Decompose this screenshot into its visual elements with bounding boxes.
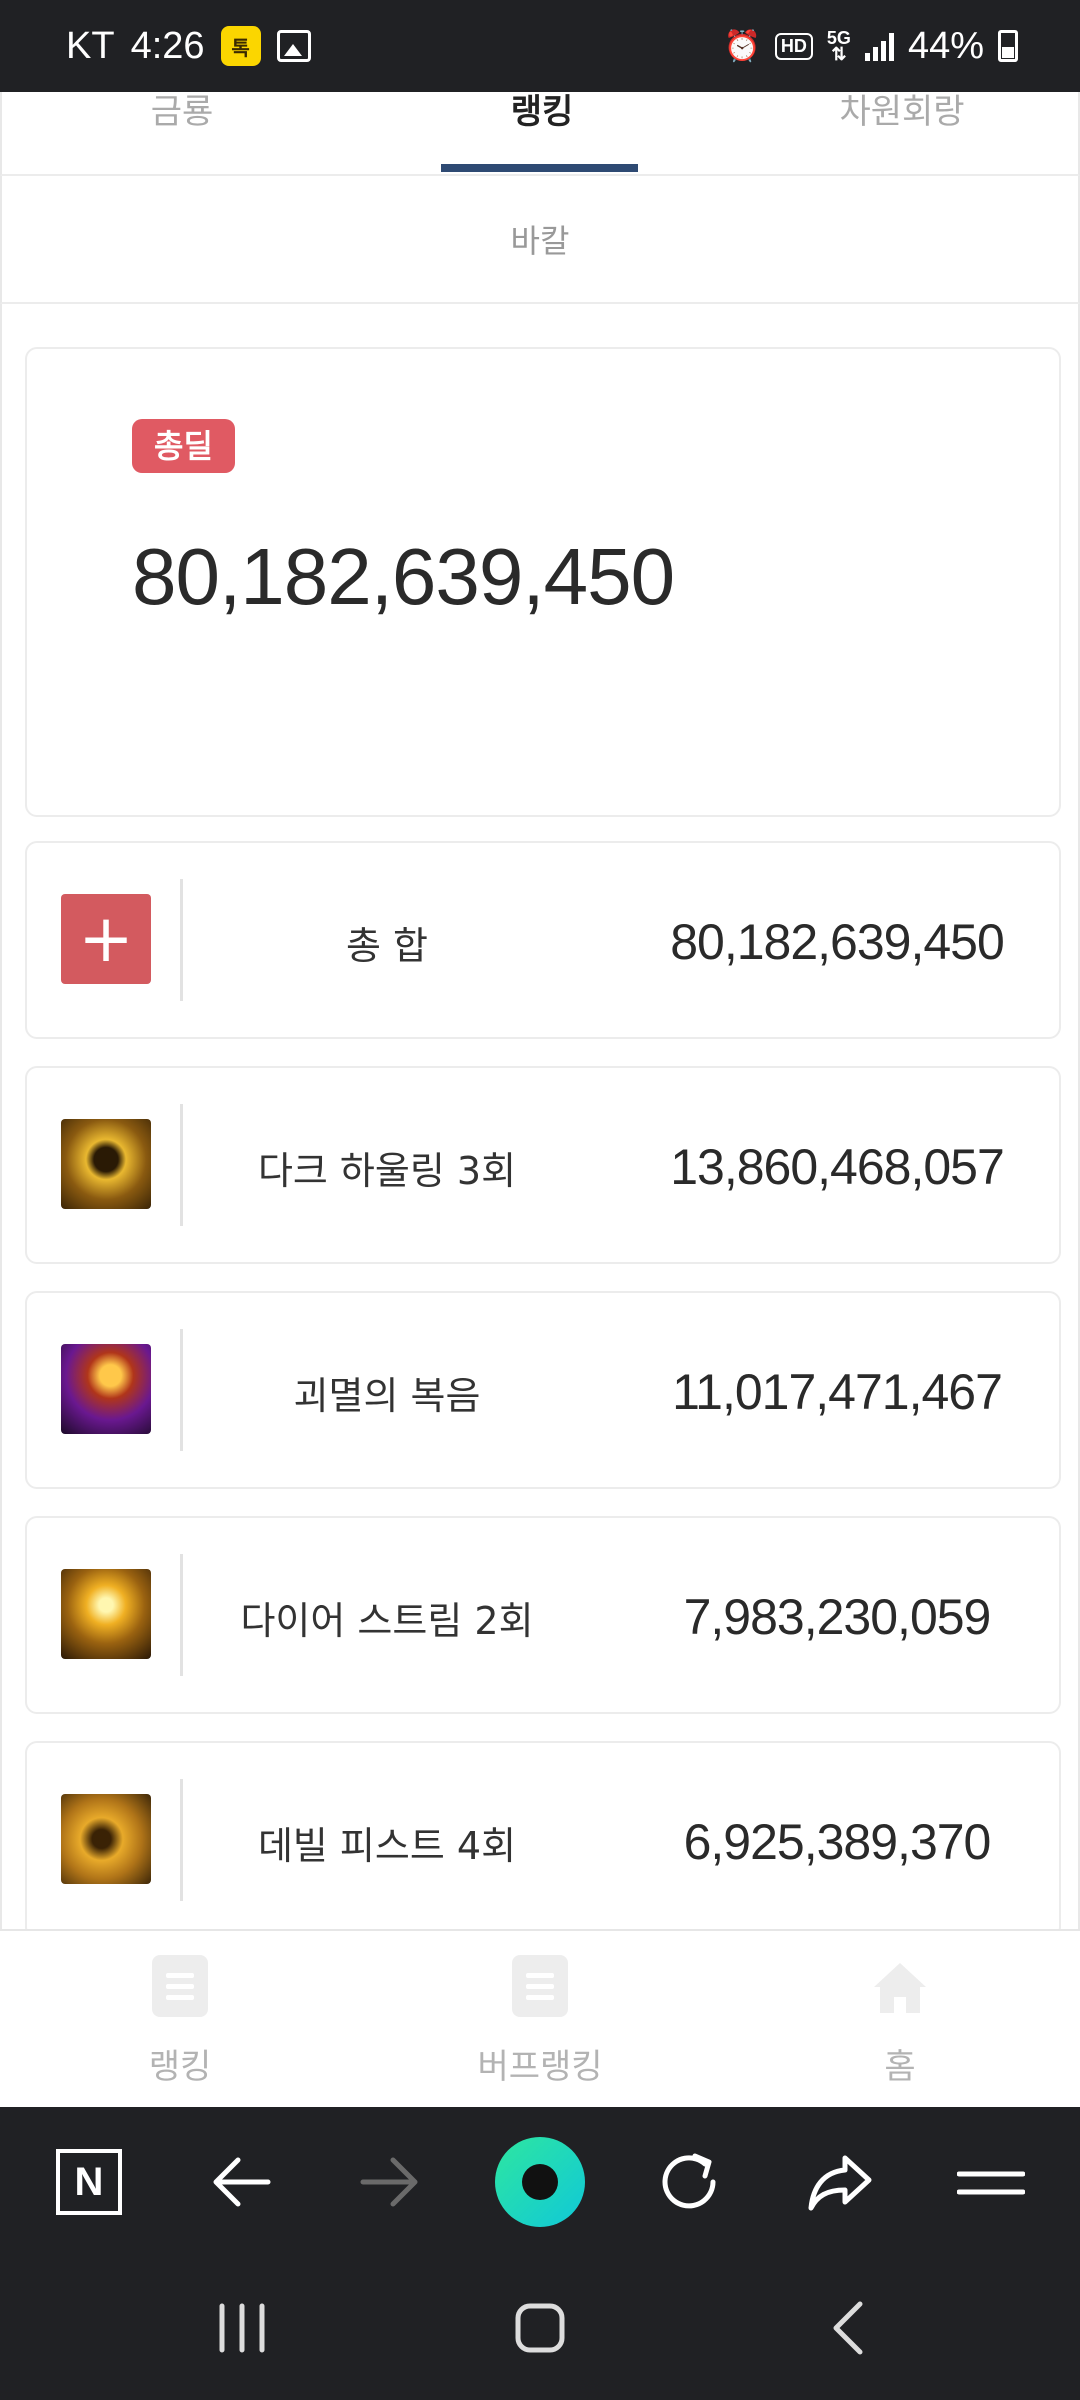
gallery-icon: [276, 30, 311, 62]
divider: [180, 1779, 183, 1901]
dark-howling-skill-icon: [61, 1119, 151, 1209]
nav-buff-ranking[interactable]: 버프랭킹: [420, 1931, 660, 2109]
skill-damage: 80,182,639,450: [670, 914, 1005, 970]
tab-geumryong[interactable]: 금룡: [62, 92, 302, 176]
list-icon: [152, 1955, 208, 2017]
share-icon[interactable]: [795, 2137, 885, 2227]
skill-name: 총 합: [346, 923, 428, 968]
signal-icon: [864, 31, 894, 61]
green-dot-icon[interactable]: [495, 2137, 585, 2227]
total-damage-value: 80,182,639,450: [132, 532, 675, 621]
plus-icon: +: [61, 894, 151, 984]
total-damage-badge: 총딜: [132, 419, 235, 473]
dire-stream-skill-icon: [61, 1569, 151, 1659]
5g-icon: 5G ⇅: [826, 28, 851, 64]
time-label: 4:26: [130, 24, 205, 67]
divider: [180, 1329, 183, 1451]
recent-apps-icon[interactable]: [212, 2300, 272, 2356]
skill-name: 괴멸의 복음: [293, 1373, 481, 1418]
active-tab-indicator: [441, 164, 638, 172]
divider: [180, 1104, 183, 1226]
forward-arrow-icon[interactable]: [346, 2137, 436, 2227]
naver-n-icon[interactable]: N: [44, 2137, 134, 2227]
skill-damage: 13,860,468,057: [670, 1139, 1005, 1195]
bottom-nav: 랭킹 버프랭킹 홈: [0, 1929, 1080, 2107]
gospel-of-destruction-skill-icon: [61, 1344, 151, 1434]
status-bar: KT 4:26 톡 ⏰ HD 5G ⇅ 44%: [0, 0, 1080, 92]
back-button-icon[interactable]: [822, 2300, 872, 2356]
alarm-icon: ⏰: [723, 29, 761, 63]
battery-label: 44%: [907, 24, 984, 67]
skill-damage: 7,983,230,059: [683, 1589, 992, 1645]
list-item[interactable]: 데빌 피스트 4회 6,925,389,370: [25, 1741, 1061, 1939]
battery-icon: [998, 30, 1018, 62]
browser-toolbar: N: [0, 2107, 1080, 2256]
back-arrow-icon[interactable]: [195, 2137, 285, 2227]
total-damage-card: 총딜 80,182,639,450: [25, 347, 1061, 817]
nav-label: 홈: [884, 2047, 916, 2087]
menu-icon[interactable]: [946, 2137, 1036, 2227]
nav-ranking[interactable]: 랭킹: [60, 1931, 300, 2109]
skill-name: 다이어 스트림 2회: [240, 1598, 534, 1643]
nav-home[interactable]: 홈: [780, 1931, 1020, 2109]
home-icon: [874, 1963, 926, 2013]
list-item[interactable]: 괴멸의 복음 11,017,471,467: [25, 1291, 1061, 1489]
list-item[interactable]: 다크 하울링 3회 13,860,468,057: [25, 1066, 1061, 1264]
skill-name: 다크 하울링 3회: [257, 1148, 517, 1193]
system-nav-bar: [0, 2256, 1080, 2400]
hd-voice-icon: HD: [774, 32, 813, 60]
divider: [180, 879, 183, 1001]
skill-name: 데빌 피스트 4회: [257, 1823, 517, 1868]
nav-label: 버프랭킹: [477, 2047, 603, 2087]
devil-fist-skill-icon: [61, 1794, 151, 1884]
list-icon: [512, 1955, 568, 2017]
subtab-bakal[interactable]: 바칼: [0, 176, 1080, 304]
kakaotalk-icon: 톡: [220, 26, 261, 66]
list-item[interactable]: + 총 합 80,182,639,450: [25, 841, 1061, 1039]
home-button-icon[interactable]: [512, 2300, 568, 2356]
skill-damage: 6,925,389,370: [683, 1814, 992, 1870]
tab-dimension-corridor[interactable]: 차원회랑: [782, 92, 1022, 176]
divider: [180, 1554, 183, 1676]
nav-label: 랭킹: [148, 2047, 212, 2087]
carrier-label: KT: [66, 24, 115, 67]
skill-damage: 11,017,471,467: [672, 1364, 1003, 1420]
list-item[interactable]: 다이어 스트림 2회 7,983,230,059: [25, 1516, 1061, 1714]
refresh-icon[interactable]: [644, 2137, 734, 2227]
